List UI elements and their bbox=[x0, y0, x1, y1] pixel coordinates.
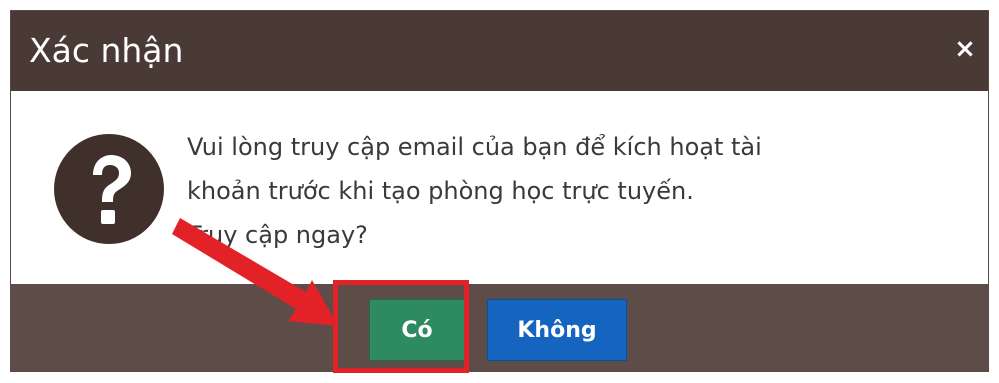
message-line-1: Vui lòng truy cập email của bạn để kích … bbox=[187, 133, 762, 161]
no-button[interactable]: Không bbox=[487, 299, 627, 361]
dialog-footer: Có Không bbox=[11, 284, 988, 371]
yes-button[interactable]: Có bbox=[369, 299, 465, 361]
message-line-2: khoản trước khi tạo phòng học trực tuyến… bbox=[187, 177, 694, 205]
message-line-3: Truy cập ngay? bbox=[187, 221, 368, 249]
confirm-dialog: Xác nhận × Vui lòng truy cập email của b… bbox=[10, 10, 989, 372]
question-icon bbox=[54, 134, 164, 244]
dialog-body: Vui lòng truy cập email của bạn để kích … bbox=[11, 91, 988, 284]
dialog-message: Vui lòng truy cập email của bạn để kích … bbox=[187, 125, 947, 257]
dialog-title: Xác nhận bbox=[29, 31, 184, 70]
dialog-titlebar: Xác nhận × bbox=[11, 11, 988, 91]
close-icon[interactable]: × bbox=[952, 36, 978, 62]
